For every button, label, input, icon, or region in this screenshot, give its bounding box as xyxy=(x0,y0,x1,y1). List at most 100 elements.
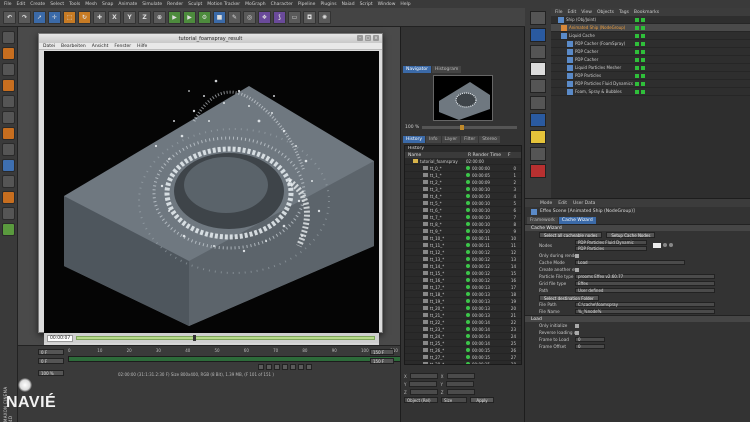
file-name-field[interactable]: %_%node% xyxy=(575,309,715,314)
path-dropdown[interactable]: User defined xyxy=(575,288,715,293)
menu-item[interactable]: Snap xyxy=(102,2,113,7)
mesher-icon[interactable] xyxy=(530,96,546,110)
menu-item[interactable]: Plugins xyxy=(320,2,336,7)
apply-button[interactable]: Apply xyxy=(470,397,494,403)
z-axis-button[interactable]: Z xyxy=(138,10,151,24)
history-row[interactable]: tt_10_* 00:00:11 10 xyxy=(405,235,521,242)
history-row[interactable]: tt_8_* 00:00:10 8 xyxy=(405,221,521,228)
menu-item[interactable]: Mesh xyxy=(85,2,97,7)
check-icon[interactable] xyxy=(641,33,645,38)
render-settings-icon[interactable]: ⚙ xyxy=(198,10,211,24)
history-row[interactable]: tt_11_* 00:00:11 11 xyxy=(405,242,521,249)
redo-icon[interactable]: ↷ xyxy=(18,10,31,24)
node-item-1[interactable]: PDP Particles Fluid Dynamic xyxy=(575,239,647,245)
camera-icon[interactable]: ◘ xyxy=(303,10,316,24)
history-row[interactable]: tt_7_* 00:00:10 7 xyxy=(405,214,521,221)
size-y-field[interactable] xyxy=(445,381,474,387)
seek-thumb[interactable] xyxy=(192,335,196,341)
deformer-icon[interactable]: ⟆ xyxy=(273,10,286,24)
history-row[interactable]: tt_27_* 00:00:15 27 xyxy=(405,354,521,361)
object-row[interactable]: PDP Particles xyxy=(551,72,750,80)
col-frame[interactable]: F xyxy=(508,153,518,158)
menu-item[interactable]: Edit xyxy=(17,2,26,7)
check-icon[interactable] xyxy=(635,17,639,22)
array-icon[interactable]: ❖ xyxy=(258,10,271,24)
history-row[interactable]: tt_3_* 00:00:10 3 xyxy=(405,186,521,193)
frame-offset-field[interactable]: 0 xyxy=(575,344,605,349)
size-z-field[interactable] xyxy=(446,389,475,395)
history-row[interactable]: tt_9_* 00:00:10 9 xyxy=(405,228,521,235)
tab-framework[interactable]: Framework xyxy=(527,217,558,224)
check-icon[interactable] xyxy=(641,73,645,78)
player-menu-item[interactable]: Bearbeiten xyxy=(61,44,86,49)
history-row[interactable]: tt_25_* 00:00:14 25 xyxy=(405,340,521,347)
make-editable-icon[interactable] xyxy=(2,31,15,44)
object-row[interactable]: Ship (Obj/Joint) xyxy=(551,16,750,24)
history-row[interactable]: tt_14_* 00:00:12 14 xyxy=(405,263,521,270)
history-row[interactable]: tt_28_* 00:00:15 28 xyxy=(405,361,521,364)
prev-frame-icon[interactable] xyxy=(274,364,280,370)
tab-cache-wizard[interactable]: Cache Wizard xyxy=(558,217,596,224)
menu-item[interactable]: Create xyxy=(30,2,45,7)
visibility-toggles[interactable] xyxy=(635,73,645,78)
live-selection-icon[interactable]: ➚ xyxy=(33,10,46,24)
reverse-checkbox[interactable] xyxy=(575,330,579,335)
wind-icon[interactable] xyxy=(530,147,546,161)
snap-icon[interactable] xyxy=(2,175,15,188)
visibility-toggles[interactable] xyxy=(635,65,645,70)
node-option-icon[interactable] xyxy=(669,242,673,247)
visibility-toggles[interactable] xyxy=(635,81,645,86)
tab-layer[interactable]: Layer xyxy=(441,136,461,143)
col-name[interactable]: Name xyxy=(408,153,468,158)
check-icon[interactable] xyxy=(641,57,645,62)
scale-tool-icon[interactable]: ⬚ xyxy=(63,10,76,24)
object-row[interactable]: PDP Particles Fluid Dynamics xyxy=(551,80,750,88)
naiad-icon[interactable] xyxy=(530,28,546,42)
menu-item[interactable]: Script xyxy=(360,2,373,7)
history-row[interactable]: tt_24_* 00:00:14 24 xyxy=(405,333,521,340)
check-icon[interactable] xyxy=(641,25,645,30)
visibility-toggles[interactable] xyxy=(635,41,645,46)
check-icon[interactable] xyxy=(635,57,639,62)
object-row[interactable]: Foam, Spray & Bubbles xyxy=(551,88,750,96)
object-row[interactable]: Animated Ship (NodeGroup) xyxy=(551,24,750,32)
history-folder[interactable]: tutorial_foamspray 02:00:00 xyxy=(405,158,521,165)
file-path-field[interactable]: C:\cache\foamspray xyxy=(575,302,715,307)
visibility-toggles[interactable] xyxy=(635,49,645,54)
y-axis-button[interactable]: Y xyxy=(123,10,136,24)
undo-icon[interactable]: ↶ xyxy=(3,10,16,24)
pen-spline-icon[interactable]: ✎ xyxy=(228,10,241,24)
menu-item[interactable]: Animate xyxy=(118,2,137,7)
node-option-icon[interactable] xyxy=(663,242,667,247)
player-menu-item[interactable]: Hilfe xyxy=(137,44,147,49)
history-row[interactable]: tt_17_* 00:00:13 17 xyxy=(405,284,521,291)
history-row[interactable]: tt_12_* 00:00:12 12 xyxy=(405,249,521,256)
start-frame-field[interactable]: 0 F xyxy=(38,349,64,355)
check-icon[interactable] xyxy=(635,41,639,46)
tab-history[interactable]: History xyxy=(403,136,426,143)
grid-type-dropdown[interactable]: Effex xyxy=(575,281,715,286)
player-menu-item[interactable]: Datei xyxy=(43,44,55,49)
history-row[interactable]: tt_26_* 00:00:15 26 xyxy=(405,347,521,354)
polygons-mode-icon[interactable] xyxy=(2,127,15,140)
attribute-menu-item[interactable]: Edit xyxy=(558,201,567,206)
points-mode-icon[interactable] xyxy=(2,95,15,108)
object-row[interactable]: PDP Cacher xyxy=(551,48,750,56)
pos-y-field[interactable] xyxy=(409,381,438,387)
history-row[interactable]: tt_19_* 00:00:13 19 xyxy=(405,298,521,305)
sculpt-icon[interactable] xyxy=(2,223,15,236)
coordinate-system-icon[interactable]: ⊕ xyxy=(153,10,166,24)
check-icon[interactable] xyxy=(635,89,639,94)
history-row[interactable]: tt_21_* 00:00:13 21 xyxy=(405,312,521,319)
play-icon[interactable] xyxy=(282,364,288,370)
fluid-icon[interactable] xyxy=(530,113,546,127)
check-icon[interactable] xyxy=(635,49,639,54)
check-icon[interactable] xyxy=(641,17,645,22)
light-icon[interactable]: ✺ xyxy=(318,10,331,24)
history-row[interactable]: tt_15_* 00:00:12 15 xyxy=(405,270,521,277)
tab-info[interactable]: Info xyxy=(426,136,441,143)
visibility-toggles[interactable] xyxy=(635,57,645,62)
current-frame-field[interactable]: 0 F xyxy=(38,358,64,364)
object-menu-item[interactable]: Edit xyxy=(568,10,577,15)
object-axis-dropdown[interactable]: Object (Rel) xyxy=(404,397,438,403)
